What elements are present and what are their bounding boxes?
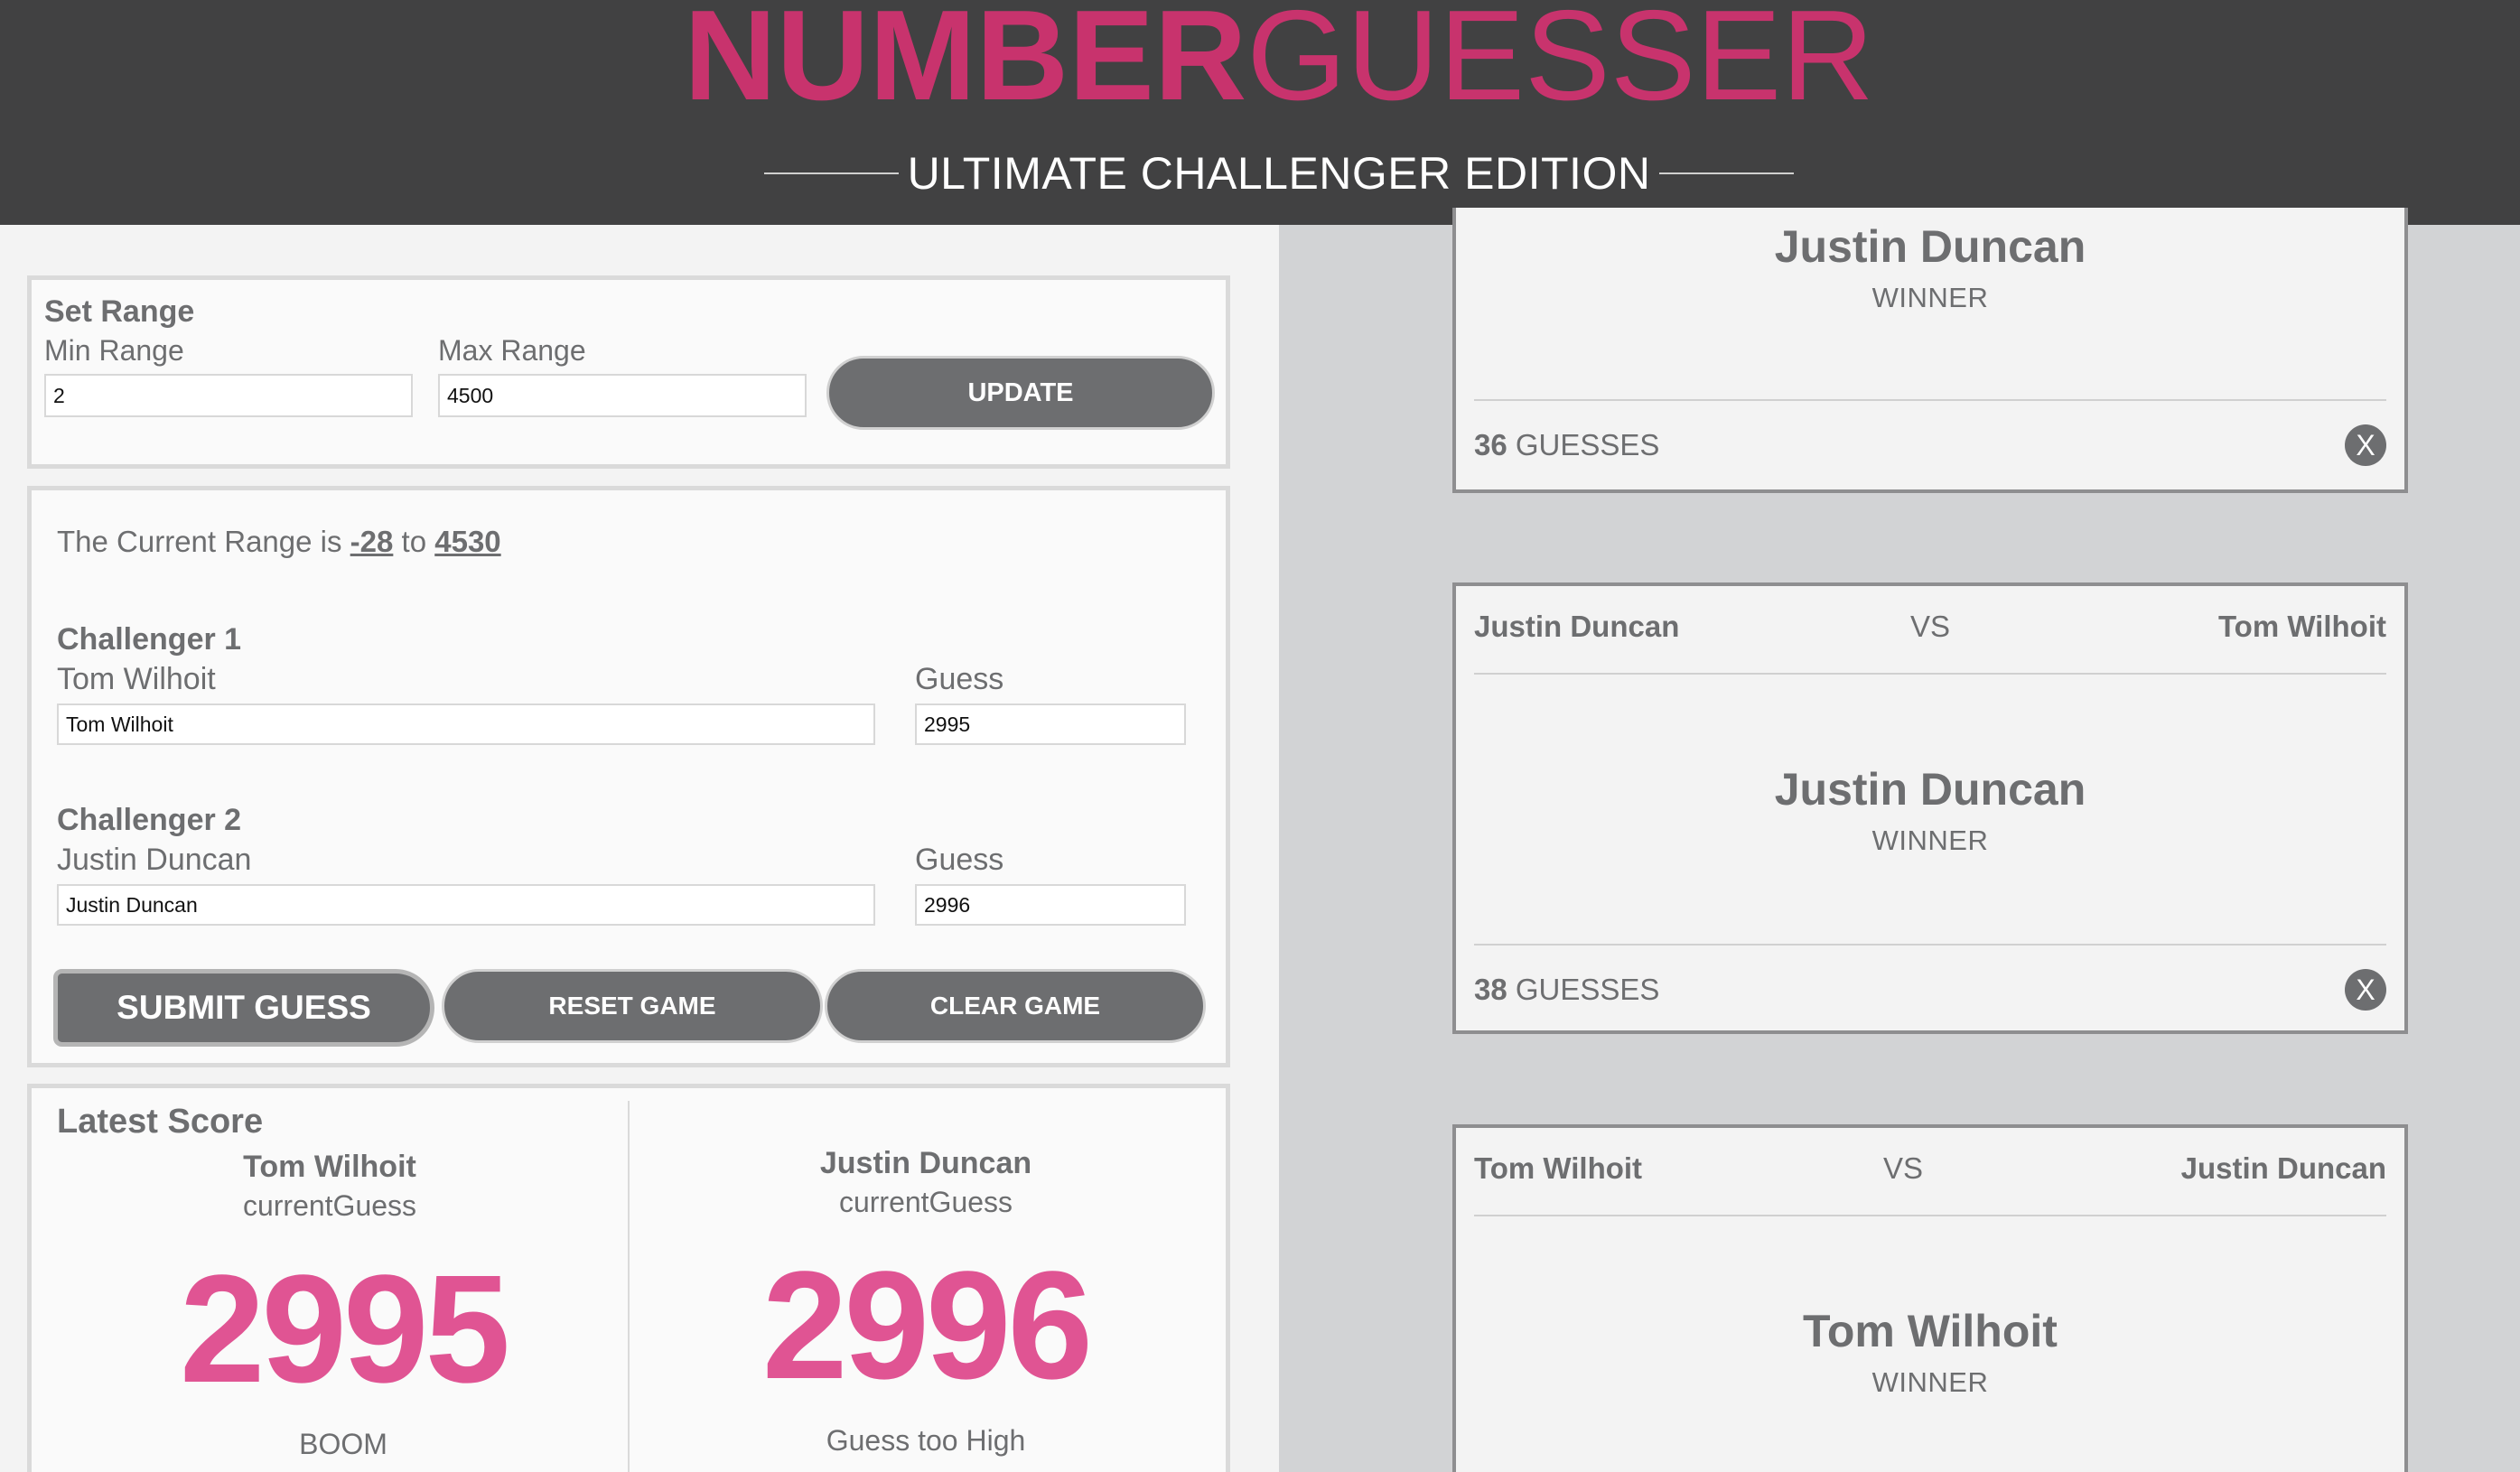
score-player-1-status: BOOM	[299, 1428, 387, 1460]
card-2-close-icon[interactable]: X	[2345, 969, 2386, 1011]
subtitle-rule-right	[1659, 172, 1794, 174]
subtitle-row: ULTIMATE CHALLENGER EDITION	[764, 143, 1794, 204]
app-logo: NUMBERGUESSER	[0, 0, 2520, 120]
set-range-heading: Set Range	[44, 294, 195, 329]
current-range-text: The Current Range is -28 to 4530	[57, 525, 501, 559]
logo-number: NUMBER	[684, 0, 1247, 127]
card-1-winner-label: WINNER	[1871, 282, 1989, 313]
card-2-right-player: Tom Wilhoit	[2217, 610, 2386, 643]
challenger-1-guess-label: Guess	[915, 662, 1004, 696]
app-subtitle: ULTIMATE CHALLENGER EDITION	[907, 148, 1651, 199]
score-player-2-guess: 2996	[761, 1240, 1093, 1411]
min-range-input[interactable]: 2	[44, 374, 413, 417]
latest-score-heading: Latest Score	[57, 1103, 264, 1141]
challenger-2-name-input[interactable]: Justin Duncan	[57, 884, 875, 926]
challenger-panel: The Current Range is -28 to 4530 Challen…	[27, 486, 1230, 1067]
card-1-guesses-label: GUESSES	[1515, 428, 1660, 461]
card-1-guesses-count: 36	[1474, 428, 1507, 461]
subtitle-rule-left	[764, 172, 899, 174]
max-range-label: Max Range	[438, 334, 586, 367]
logo-guesser: GUESSER	[1246, 0, 1874, 127]
challenger-1-heading: Challenger 1	[57, 622, 242, 657]
card-2-bottom-divider	[1474, 944, 2386, 946]
current-range-joiner: to	[401, 525, 427, 558]
challenger-1-name-label: Tom Wilhoit	[57, 662, 216, 696]
score-player-1-guess: 2995	[179, 1244, 510, 1415]
score-player-2-sub: currentGuess	[838, 1186, 1013, 1218]
card-1-winner-name: Justin Duncan	[1774, 221, 2086, 272]
card-2-guesses-label: GUESSES	[1515, 973, 1660, 1006]
latest-score-panel: Latest Score Tom Wilhoit currentGuess 29…	[27, 1084, 1230, 1472]
score-player-1-name: Tom Wilhoit	[243, 1150, 416, 1184]
current-range-max: 4530	[434, 525, 501, 558]
card-3-winner-label: WINNER	[1871, 1366, 1989, 1398]
score-player-1-sub: currentGuess	[242, 1189, 417, 1222]
card-3-winner-name: Tom Wilhoit	[1803, 1306, 2058, 1356]
challenger-2-name-label: Justin Duncan	[57, 843, 252, 877]
score-player-2-status: Guess too High	[826, 1424, 1026, 1457]
card-2-winner-label: WINNER	[1871, 825, 1989, 856]
challenger-2-guess-label: Guess	[915, 843, 1004, 877]
game-card-1: Justin Duncan WINNER 36 GUESSES X	[1452, 208, 2408, 493]
card-2-left-player: Justin Duncan	[1474, 610, 1680, 643]
submit-guess-button[interactable]: SUBMIT GUESS	[53, 969, 434, 1047]
challenger-1-guess-input[interactable]: 2995	[915, 703, 1186, 745]
challenger-2-guess-input[interactable]: 2996	[915, 884, 1186, 926]
challenger-2-heading: Challenger 2	[57, 803, 242, 837]
clear-game-button[interactable]: CLEAR GAME	[825, 969, 1206, 1043]
card-3-vs-row: VS Tom Wilhoit Justin Duncan	[1474, 1151, 2386, 1197]
max-range-input[interactable]: 4500	[438, 374, 807, 417]
current-range-prefix: The Current Range is	[57, 525, 342, 558]
card-3-top-divider	[1474, 1215, 2386, 1216]
card-2-guesses-count: 38	[1474, 973, 1507, 1006]
card-1-guesses: 36 GUESSES	[1474, 428, 1659, 462]
score-player-2-name: Justin Duncan	[819, 1146, 1032, 1180]
min-range-label: Min Range	[44, 334, 184, 367]
card-2-vs-row: VS Justin Duncan Tom Wilhoit	[1474, 610, 2386, 655]
app-header: NUMBERGUESSER ULTIMATE CHALLENGER EDITIO…	[0, 0, 2520, 225]
card-2-winner-name: Justin Duncan	[1774, 764, 2086, 815]
card-1-divider	[1474, 399, 2386, 401]
current-range-min: -28	[350, 525, 394, 558]
game-card-3: VS Tom Wilhoit Justin Duncan Tom Wilhoit…	[1452, 1124, 2408, 1472]
card-3-left-player: Tom Wilhoit	[1474, 1151, 1643, 1185]
card-2-top-divider	[1474, 673, 2386, 675]
challenger-1-name-input[interactable]: Tom Wilhoit	[57, 703, 875, 745]
update-button[interactable]: UPDATE	[826, 356, 1215, 430]
card-1-close-icon[interactable]: X	[2345, 424, 2386, 466]
reset-game-button[interactable]: RESET GAME	[442, 969, 823, 1043]
set-range-panel: Set Range Min Range 2 Max Range 4500 UPD…	[27, 275, 1230, 469]
card-2-guesses: 38 GUESSES	[1474, 973, 1659, 1007]
game-card-2: VS Justin Duncan Tom Wilhoit Justin Dunc…	[1452, 582, 2408, 1034]
card-3-right-player: Justin Duncan	[2180, 1151, 2386, 1185]
